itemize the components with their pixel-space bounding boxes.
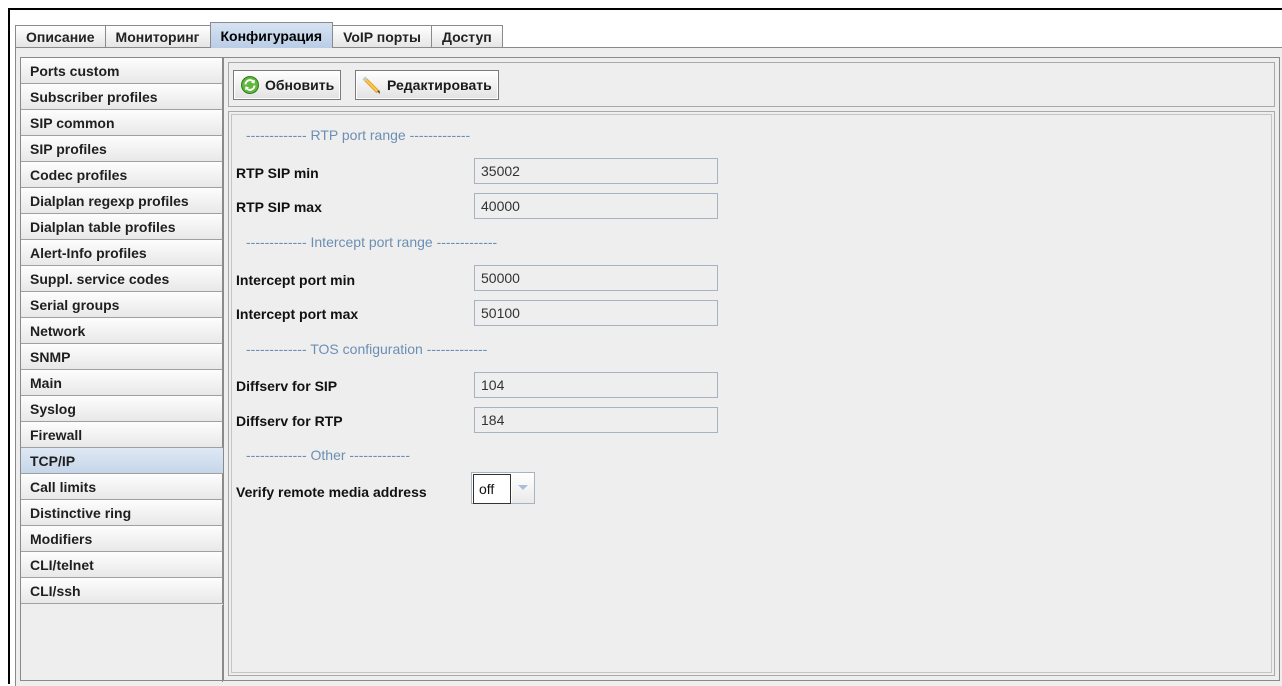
edit-button-label: Редактировать (387, 77, 492, 93)
sidebar-item-tcp-ip[interactable]: TCP/IP (21, 448, 223, 474)
sidebar-item-suppl-service-codes[interactable]: Suppl. service codes (21, 266, 223, 292)
sidebar-item-distinctive-ring[interactable]: Distinctive ring (21, 500, 223, 526)
sidebar-item-subscriber-profiles[interactable]: Subscriber profiles (21, 84, 223, 110)
sidebar-item-syslog[interactable]: Syslog (21, 396, 223, 422)
sidebar-empty-space (21, 605, 223, 682)
sidebar-item-alert-info-profiles[interactable]: Alert-Info profiles (21, 240, 223, 266)
intercept-port-min-field[interactable]: 50000 (474, 265, 718, 291)
sidebar-item-dialplan-regexp-profiles[interactable]: Dialplan regexp profiles (21, 188, 223, 214)
diffserv-rtp-label: Diffserv for RTP (236, 413, 343, 429)
verify-remote-media-select[interactable]: off (471, 472, 535, 504)
sidebar-item-firewall[interactable]: Firewall (21, 422, 223, 448)
rtp-sip-min-field[interactable]: 35002 (474, 158, 718, 184)
config-panel: Обновить Редактировать ------------- RTP… (223, 57, 1280, 681)
section-tos-configuration: ------------- TOS configuration --------… (246, 341, 488, 357)
tab-voip-ports[interactable]: VoIP порты (332, 25, 432, 48)
tab-description[interactable]: Описание (15, 25, 106, 48)
refresh-icon (239, 74, 261, 96)
sidebar-item-cli-telnet[interactable]: CLI/telnet (21, 552, 223, 578)
diffserv-sip-field[interactable]: 104 (474, 372, 718, 398)
intercept-port-min-label: Intercept port min (236, 272, 356, 288)
sidebar-item-sip-common[interactable]: SIP common (21, 110, 223, 136)
main-area: Ports custom Subscriber profiles SIP com… (15, 48, 1282, 686)
rtp-sip-min-label: RTP SIP min (236, 165, 319, 181)
tab-configuration[interactable]: Конфигурация (209, 22, 334, 48)
form-inner: ------------- RTP port range -----------… (231, 114, 1272, 673)
edit-button[interactable]: Редактировать (355, 70, 499, 100)
pencil-icon (361, 74, 383, 96)
sidebar-item-main[interactable]: Main (21, 370, 223, 396)
app-window: Описание Мониторинг Конфигурация VoIP по… (8, 8, 1282, 686)
rtp-sip-max-field[interactable]: 40000 (474, 193, 718, 219)
sidebar-item-snmp[interactable]: SNMP (21, 344, 223, 370)
sidebar-item-cli-ssh[interactable]: CLI/ssh (21, 578, 223, 604)
verify-remote-media-value: off (473, 474, 511, 504)
section-intercept-port-range: ------------- Intercept port range -----… (246, 234, 498, 250)
sidebar-item-ports-custom[interactable]: Ports custom (21, 58, 223, 84)
main-tabbar: Описание Мониторинг Конфигурация VoIP по… (15, 22, 503, 48)
verify-remote-media-label: Verify remote media address (236, 484, 427, 500)
sidebar-item-serial-groups[interactable]: Serial groups (21, 292, 223, 318)
chevron-down-icon[interactable] (512, 473, 534, 503)
refresh-button-label: Обновить (265, 77, 335, 93)
section-rtp-port-range: ------------- RTP port range -----------… (246, 127, 471, 143)
refresh-button[interactable]: Обновить (233, 70, 342, 100)
intercept-port-max-label: Intercept port max (236, 306, 359, 322)
sidebar-item-dialplan-table-profiles[interactable]: Dialplan table profiles (21, 214, 223, 240)
toolbar: Обновить Редактировать (228, 62, 1275, 107)
sidebar-item-codec-profiles[interactable]: Codec profiles (21, 162, 223, 188)
rtp-sip-max-label: RTP SIP max (236, 199, 322, 215)
tab-monitoring[interactable]: Мониторинг (104, 25, 211, 48)
config-sidebar: Ports custom Subscriber profiles SIP com… (20, 57, 223, 682)
sidebar-item-modifiers[interactable]: Modifiers (21, 526, 223, 552)
form-area: ------------- RTP port range -----------… (228, 111, 1275, 676)
sidebar-item-network[interactable]: Network (21, 318, 223, 344)
sidebar-item-sip-profiles[interactable]: SIP profiles (21, 136, 223, 162)
tab-access[interactable]: Доступ (430, 25, 503, 48)
intercept-port-max-field[interactable]: 50100 (474, 300, 718, 326)
section-other: ------------- Other ------------- (246, 447, 411, 463)
diffserv-rtp-field[interactable]: 184 (474, 407, 718, 433)
diffserv-sip-label: Diffserv for SIP (236, 378, 338, 394)
sidebar-item-call-limits[interactable]: Call limits (21, 474, 223, 500)
